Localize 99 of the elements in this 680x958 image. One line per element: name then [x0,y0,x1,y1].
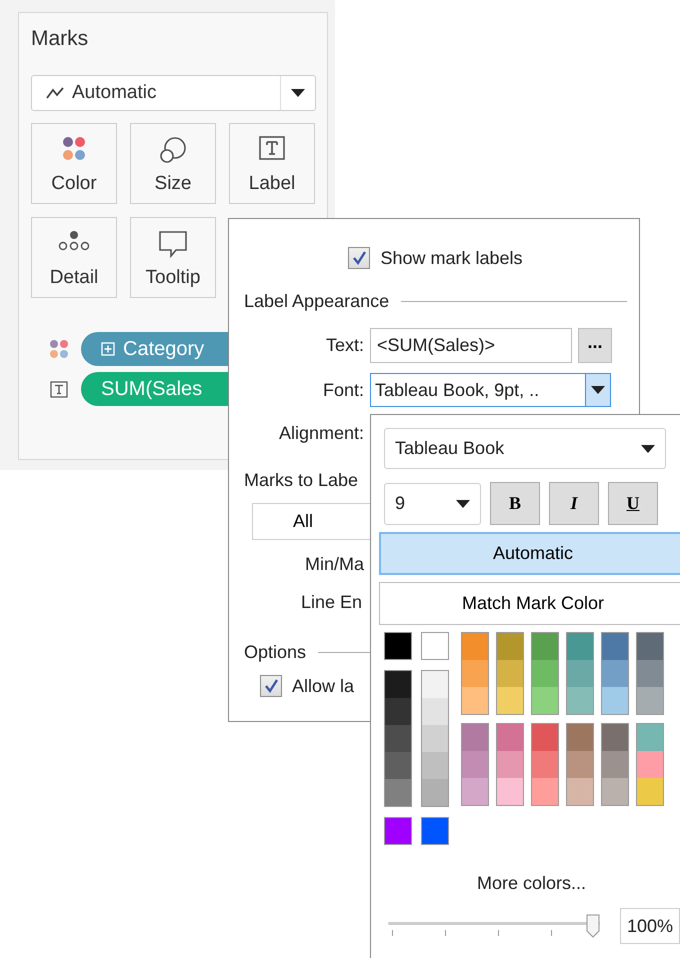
color-swatch[interactable] [602,633,628,660]
color-swatch[interactable] [532,751,558,778]
color-swatch[interactable] [567,687,593,714]
marks-card-button[interactable]: Color [31,123,117,204]
caret-icon [591,386,605,394]
style-button[interactable]: U [608,482,658,525]
color-swatch[interactable] [497,778,523,805]
color-swatch[interactable] [602,751,628,778]
field-label: Font: [322,380,364,400]
color-swatch[interactable] [602,660,628,687]
caret-icon [456,500,470,508]
color-swatch[interactable] [532,660,558,687]
color-mode-button[interactable]: Automatic [379,532,680,575]
color-swatch[interactable] [385,725,411,752]
color-swatch[interactable] [497,724,523,751]
color-swatch[interactable] [637,687,663,714]
text-icon [50,380,68,398]
color-swatch[interactable] [497,687,523,714]
color-swatch[interactable] [567,633,593,660]
dots-icon [58,230,90,252]
color-swatch[interactable] [462,778,488,805]
field-label: Alignment: [278,423,364,443]
color-swatch[interactable] [567,778,593,805]
color-swatch[interactable] [532,633,558,660]
line-chart-icon [46,87,64,99]
color-swatch[interactable] [421,817,449,845]
opacity-field[interactable]: 100% [620,908,680,944]
text-icon [259,136,285,160]
color-swatch[interactable] [385,698,411,725]
color-swatch[interactable] [462,660,488,687]
section-title: Options [244,642,306,663]
checkbox[interactable] [348,247,370,269]
color-swatch[interactable] [422,752,448,779]
style-button[interactable]: B [490,482,540,525]
color-swatch[interactable] [384,632,412,660]
speech-bubble-icon [158,230,188,258]
color-swatch[interactable] [497,633,523,660]
color-dots-icon [61,136,87,162]
color-swatch[interactable] [497,660,523,687]
color-swatch[interactable] [422,725,448,752]
option-label[interactable]: Line En [301,592,362,612]
color-swatch[interactable] [532,687,558,714]
expand-icon [101,342,115,356]
color-swatch[interactable] [637,724,663,751]
opacity-slider[interactable] [388,914,600,938]
color-swatch[interactable] [462,751,488,778]
color-swatch[interactable] [602,687,628,714]
color-swatch[interactable] [567,724,593,751]
marks-card-button[interactable]: Tooltip [130,217,216,298]
color-swatch[interactable] [602,724,628,751]
field-label: Text: [326,335,364,355]
more-button[interactable]: ... [578,328,612,363]
color-swatch[interactable] [637,633,663,660]
panel-title: Marks [31,27,88,51]
color-swatch[interactable] [462,687,488,714]
color-swatch[interactable] [567,751,593,778]
color-swatch[interactable] [385,671,411,698]
color-swatch[interactable] [637,751,663,778]
color-swatch[interactable] [462,724,488,751]
section-title: Marks to Labe [244,470,358,491]
section-title: Label Appearance [244,291,390,312]
color-swatch[interactable] [532,778,558,805]
more-colors-link[interactable]: More colors... [476,873,586,893]
marks-card-button[interactable]: Detail [31,217,117,298]
color-swatch[interactable] [422,671,448,698]
style-button[interactable]: I [549,482,599,525]
marks-card-button[interactable]: Size [130,123,216,204]
pill-label: Category [123,338,204,360]
text-field[interactable]: <SUM(Sales)> [370,328,572,363]
font-size-dropdown[interactable]: 9 [384,482,481,524]
color-swatch[interactable] [637,778,663,805]
color-swatch[interactable] [422,698,448,725]
color-swatch[interactable] [637,660,663,687]
mark-type-value: Automatic [72,82,156,104]
font-family-dropdown[interactable]: Tableau Book [384,428,666,469]
checkbox-label: Allow la [292,676,354,696]
marks-card-button[interactable]: Label [229,123,315,204]
color-mode-button[interactable]: Match Mark Color [379,582,680,625]
color-swatch[interactable] [385,752,411,779]
caret-icon [291,89,305,97]
pill-label: SUM(Sales [101,378,202,400]
circles-icon [159,136,187,164]
slider-thumb[interactable] [586,914,600,938]
color-swatch[interactable] [422,779,448,806]
font-dropdown[interactable]: Tableau Book, 9pt, .. [370,373,611,407]
color-swatch[interactable] [497,751,523,778]
option-label[interactable]: Min/Ma [305,554,364,574]
color-swatch[interactable] [462,633,488,660]
mark-type-dropdown[interactable]: Automatic [31,75,316,111]
checkbox[interactable] [260,675,282,697]
color-swatch[interactable] [421,632,449,660]
color-swatch[interactable] [385,779,411,806]
color-swatch[interactable] [567,660,593,687]
color-swatch[interactable] [602,778,628,805]
color-swatch[interactable] [532,724,558,751]
caret-icon [641,444,655,452]
color-swatch[interactable] [384,817,412,845]
color-dots-icon [49,339,69,359]
checkbox-label: Show mark labels [380,248,523,268]
